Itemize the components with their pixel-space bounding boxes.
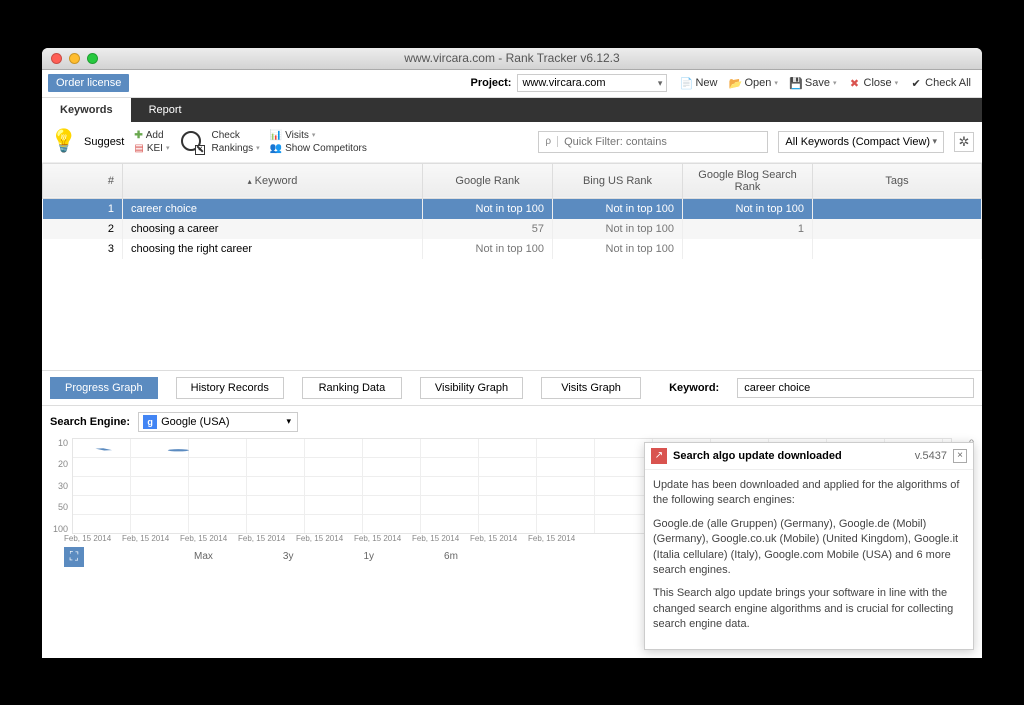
google-icon: g <box>143 415 157 429</box>
tab-keywords[interactable]: Keywords <box>42 98 131 122</box>
suggest-group[interactable]: 💡 Suggest <box>50 128 124 156</box>
col-num[interactable]: # <box>43 163 123 198</box>
tab-report[interactable]: Report <box>131 98 200 122</box>
col-tags[interactable]: Tags <box>813 163 982 198</box>
notification-panel: ↗ Search algo update downloaded v.5437 ×… <box>644 442 974 650</box>
app-window: www.vircara.com - Rank Tracker v6.12.3 O… <box>42 48 982 658</box>
check-rankings-button[interactable]: ✓ Check Rankings▾ <box>179 129 259 155</box>
check-all-button[interactable]: ✔Check All <box>905 75 976 91</box>
col-keyword[interactable]: ▴Keyword <box>123 163 423 198</box>
close-icon: ✖ <box>849 77 861 89</box>
show-competitors-button[interactable]: 👥Show Competitors <box>270 143 367 154</box>
check-icon: ✔ <box>910 77 922 89</box>
search-engine-select[interactable]: g Google (USA) <box>138 412 298 432</box>
subtabs: Progress Graph History Records Ranking D… <box>42 371 982 406</box>
kei-button[interactable]: ▤KEI▾ <box>134 143 169 154</box>
kei-icon: ▤ <box>134 143 143 154</box>
topbar: Order license Project: www.vircara.com 📄… <box>42 70 982 98</box>
notif-close-button[interactable]: × <box>953 449 967 463</box>
view-select[interactable]: All Keywords (Compact View) <box>778 131 944 153</box>
new-button[interactable]: 📄New <box>675 75 722 91</box>
search-engine-label: Search Engine: <box>50 416 130 428</box>
keyword-field[interactable]: career choice <box>737 378 974 398</box>
table-row[interactable]: 1career choiceNot in top 100Not in top 1… <box>43 198 982 219</box>
add-button[interactable]: ✚Add <box>134 130 169 141</box>
subtab-history[interactable]: History Records <box>176 377 284 399</box>
expand-icon: ⛶ <box>70 549 78 564</box>
open-icon: 📂 <box>729 77 741 89</box>
filter-mode-icon[interactable]: ρ <box>539 136 558 147</box>
graph-controls: Search Engine: g Google (USA) <box>42 406 982 438</box>
people-icon: 👥 <box>270 143 282 154</box>
sort-asc-icon: ▴ <box>248 177 252 186</box>
project-label: Project: <box>470 77 511 89</box>
main-tabs: Keywords Report <box>42 98 982 122</box>
toolbar: 💡 Suggest ✚Add ▤KEI▾ ✓ Check Rankings▾ 📊… <box>42 122 982 163</box>
new-icon: 📄 <box>680 77 692 89</box>
range-1y[interactable]: 1y <box>363 551 374 562</box>
y-axis: 10203050100 <box>50 438 68 534</box>
window-title: www.vircara.com - Rank Tracker v6.12.3 <box>42 51 982 65</box>
quick-filter[interactable]: ρ <box>538 131 768 153</box>
range-3y[interactable]: 3y <box>283 551 294 562</box>
plus-icon: ✚ <box>134 130 142 141</box>
titlebar: www.vircara.com - Rank Tracker v6.12.3 <box>42 48 982 70</box>
col-google[interactable]: Google Rank <box>423 163 553 198</box>
open-button[interactable]: 📂Open▾ <box>724 75 782 91</box>
settings-button[interactable]: ✲ <box>954 132 974 152</box>
close-button[interactable]: ✖Close▾ <box>844 75 904 91</box>
filter-input[interactable] <box>558 136 767 148</box>
subtab-progress[interactable]: Progress Graph <box>50 377 158 399</box>
range-max[interactable]: Max <box>194 551 213 562</box>
col-blog[interactable]: Google Blog Search Rank <box>683 163 813 198</box>
subtab-visibility[interactable]: Visibility Graph <box>420 377 523 399</box>
notif-title: Search algo update downloaded <box>673 450 909 462</box>
bulb-icon: 💡 <box>50 128 78 156</box>
save-icon: 💾 <box>790 77 802 89</box>
keywords-table: # ▴Keyword Google Rank Bing US Rank Goog… <box>42 163 982 371</box>
col-bing[interactable]: Bing US Rank <box>553 163 683 198</box>
save-button[interactable]: 💾Save▾ <box>785 75 842 91</box>
visits-button[interactable]: 📊Visits▾ <box>270 130 367 141</box>
subtab-ranking[interactable]: Ranking Data <box>302 377 402 399</box>
notif-version: v.5437 <box>915 450 947 462</box>
alert-icon: ↗ <box>651 448 667 464</box>
table-row[interactable]: 2choosing a career57Not in top 1001 <box>43 219 982 239</box>
chart-icon: 📊 <box>270 130 282 141</box>
subtab-visits[interactable]: Visits Graph <box>541 377 641 399</box>
range-6m[interactable]: 6m <box>444 551 458 562</box>
magnifier-icon: ✓ <box>179 129 205 155</box>
gear-icon: ✲ <box>959 134 970 150</box>
project-select[interactable]: www.vircara.com <box>517 74 667 92</box>
notif-body: Update has been downloaded and applied f… <box>645 470 973 649</box>
table-row[interactable]: 3choosing the right careerNot in top 100… <box>43 239 982 259</box>
keyword-label: Keyword: <box>669 382 719 394</box>
expand-chart-button[interactable]: ⛶ <box>64 547 84 567</box>
order-license-button[interactable]: Order license <box>48 74 129 92</box>
